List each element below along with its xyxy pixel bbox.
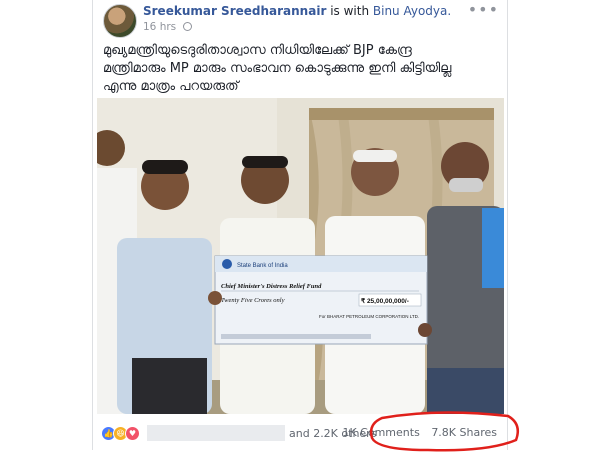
post-photo[interactable]: State Bank of India Chief Minister's Dis… bbox=[97, 98, 504, 414]
post-timestamp[interactable]: 16 hrs bbox=[143, 21, 193, 33]
post-text-line: എന്നു മാത്രം പറയരുത് bbox=[103, 79, 239, 94]
cheque-bank: State Bank of India bbox=[237, 263, 288, 269]
tagged-user-link[interactable]: Binu Ayodya. bbox=[373, 4, 451, 18]
post-text: മുഖ്യമന്ത്രിയുടെദുരിതാശ്വാസ നിധിയിലേക്ക്… bbox=[103, 42, 497, 96]
avatar[interactable] bbox=[103, 4, 137, 38]
post-text-line: മന്ത്രിമാരും MP മാരും സംഭാവന കൊടുക്കുന്ന… bbox=[103, 61, 452, 76]
author-link[interactable]: Sreekumar Sreedharannair bbox=[143, 4, 326, 18]
post-text-line: മുഖ്യമന്ത്രിയുടെദുരിതാശ്വാസ നിധിയിലേക്ക്… bbox=[103, 43, 412, 58]
post-header: Sreekumar Sreedharannair is with Binu Ay… bbox=[143, 4, 451, 18]
love-reaction-icon: ♥ bbox=[125, 425, 140, 441]
photo-illustration: State Bank of India Chief Minister's Dis… bbox=[97, 98, 504, 414]
blurred-names bbox=[147, 425, 285, 441]
with-text: is with bbox=[330, 4, 370, 18]
cheque-words: Twenty Five Crores only bbox=[221, 297, 285, 304]
cheque-payee: Chief Minister's Distress Relief Fund bbox=[221, 283, 322, 290]
cheque-amount: ₹ 25,00,00,000/- bbox=[361, 297, 409, 305]
facebook-post: Sreekumar Sreedharannair is with Binu Ay… bbox=[92, 0, 508, 450]
reactions-summary[interactable]: 👍 😆 ♥ and 2.2K others bbox=[101, 424, 376, 442]
public-globe-icon bbox=[183, 22, 193, 31]
more-options-icon[interactable]: ••• bbox=[468, 0, 499, 19]
timestamp-text: 16 hrs bbox=[143, 21, 177, 33]
cheque-company: For BHARAT PETROLEUM CORPORATION LTD. bbox=[319, 314, 419, 319]
red-highlight-circle bbox=[369, 411, 519, 452]
